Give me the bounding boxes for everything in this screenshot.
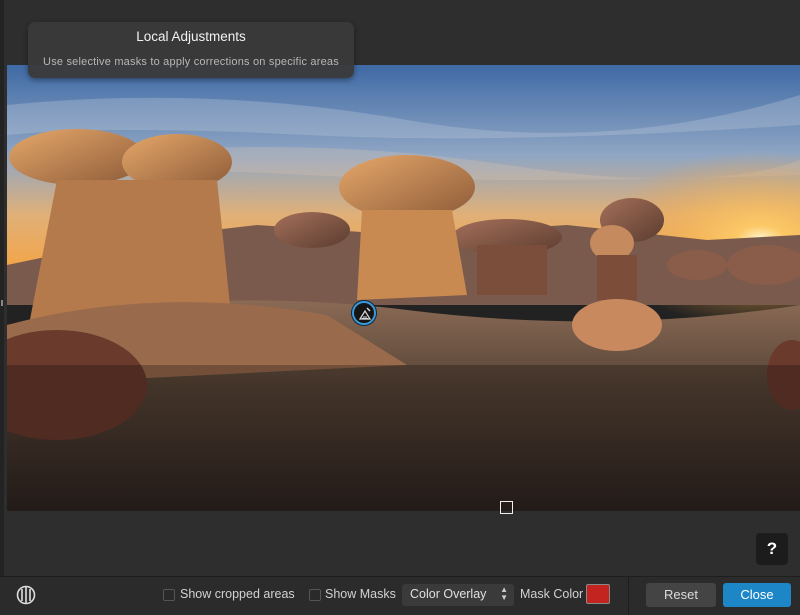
landscape-photo [7,65,800,511]
reset-button[interactable]: Reset [646,583,716,607]
tooltip-subtitle: Use selective masks to apply corrections… [43,56,339,68]
overlay-mode-value: Color Overlay [410,587,487,601]
close-button[interactable]: Close [723,583,791,607]
resize-grip[interactable] [1,300,3,306]
mask-color-label: Mask Color [520,587,584,601]
mask-color-swatch[interactable] [586,584,610,604]
photo-canvas[interactable] [7,65,800,511]
bottom-toolbar: Show cropped areas Show Masks Color Over… [0,576,800,615]
left-edge-strip [0,0,4,614]
show-masks-label[interactable]: Show Masks [325,587,396,601]
toolbar-divider [628,577,629,615]
show-cropped-label[interactable]: Show cropped areas [180,587,295,601]
show-cropped-checkbox[interactable] [163,589,175,601]
tooltip-title: Local Adjustments [136,29,246,44]
show-masks-checkbox[interactable] [309,589,321,601]
brush-mask-icon [358,307,372,320]
local-adjustments-tooltip: Local Adjustments Use selective masks to… [28,22,354,78]
crop-handle[interactable] [500,501,513,514]
overlay-mode-select[interactable]: Color Overlay ▲ ▼ [402,584,514,606]
app-logo-icon[interactable] [16,585,36,605]
help-button[interactable]: ? [756,533,788,565]
mask-pin[interactable] [352,301,376,325]
select-arrows-icon: ▲ ▼ [500,585,508,602]
